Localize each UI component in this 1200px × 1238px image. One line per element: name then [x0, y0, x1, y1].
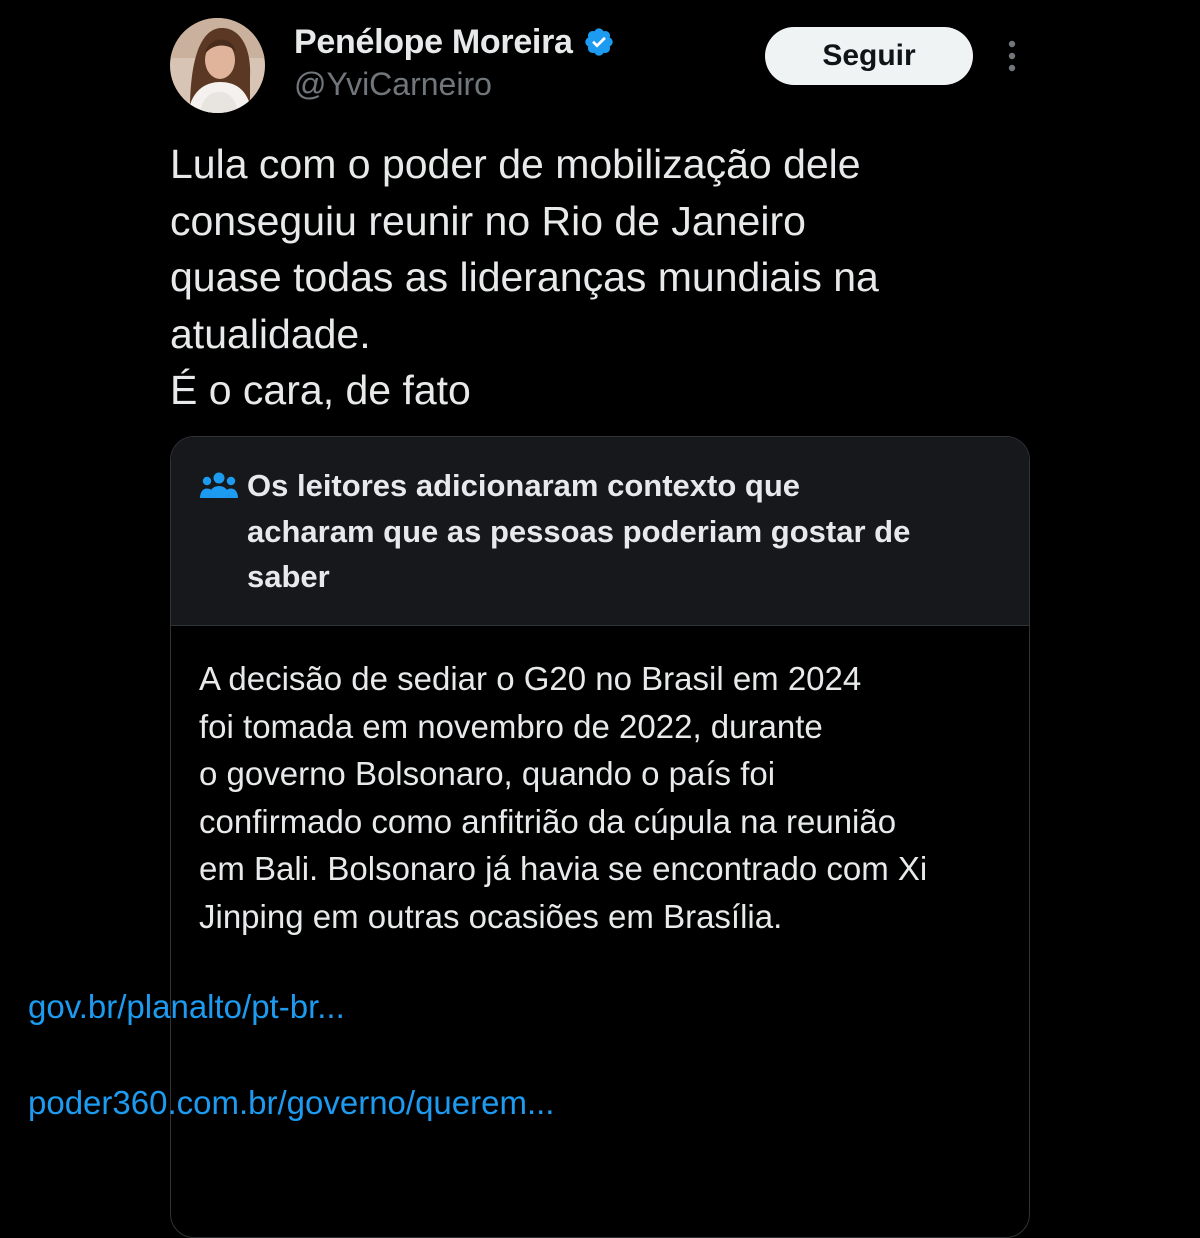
tweet-text-line: atualidade.: [170, 310, 371, 357]
community-note-body-line: o governo Bolsonaro, quando o país foi: [199, 755, 776, 792]
verified-badge-icon: [584, 28, 613, 56]
community-note-title: Os leitores adicionaram contexto que ach…: [247, 463, 1007, 600]
tweet-text: Lula com o poder de mobilização dele con…: [170, 136, 1070, 419]
community-note-body-line: A decisão de sediar o G20 no Brasil em 2…: [199, 660, 862, 697]
avatar-photo: [170, 18, 265, 113]
avatar[interactable]: [170, 18, 265, 113]
community-note-source-link[interactable]: gov.br/planalto/pt-br...: [28, 988, 345, 1026]
follow-button[interactable]: Seguir: [765, 27, 973, 85]
tweet: Penélope Moreira @YviCarneiro Seguir Lul…: [0, 0, 1200, 1238]
author-name-row[interactable]: Penélope Moreira: [294, 20, 615, 64]
community-note-body-line: Jinping em outras ocasiões em Brasília.: [199, 897, 783, 935]
display-name[interactable]: Penélope Moreira: [294, 23, 573, 62]
community-note-title-line: saber: [247, 559, 330, 594]
tweet-text-line: quase todas as lideranças mundiais na: [170, 254, 879, 300]
community-note-body: A decisão de sediar o G20 no Brasil em 2…: [199, 655, 1019, 940]
community-note-body-line: em Bali. Bolsonaro já havia se encontrad…: [199, 850, 928, 887]
author-handle[interactable]: @YviCarneiro: [294, 66, 492, 103]
people-icon: [200, 472, 238, 498]
more-vertical-icon[interactable]: [996, 36, 1028, 76]
tweet-text-line: conseguiu reunir no Rio de Janeiro: [170, 197, 806, 244]
community-note-body-line: foi tomada em novembro de 2022, durante: [199, 707, 823, 745]
community-note-title-line: Os leitores adicionaram contexto que: [247, 468, 800, 503]
tweet-text-line: Lula com o poder de mobilização dele: [170, 141, 861, 187]
community-note-header: Os leitores adicionaram contexto que ach…: [171, 437, 1029, 626]
community-note-title-line: acharam que as pessoas poderiam gostar d…: [247, 513, 911, 549]
community-note-body-line: confirmado como anfitrião da cúpula na r…: [199, 802, 897, 840]
community-note-source-link[interactable]: poder360.com.br/governo/querem...: [28, 1084, 554, 1122]
tweet-text-line: É o cara, de fato: [170, 367, 471, 413]
